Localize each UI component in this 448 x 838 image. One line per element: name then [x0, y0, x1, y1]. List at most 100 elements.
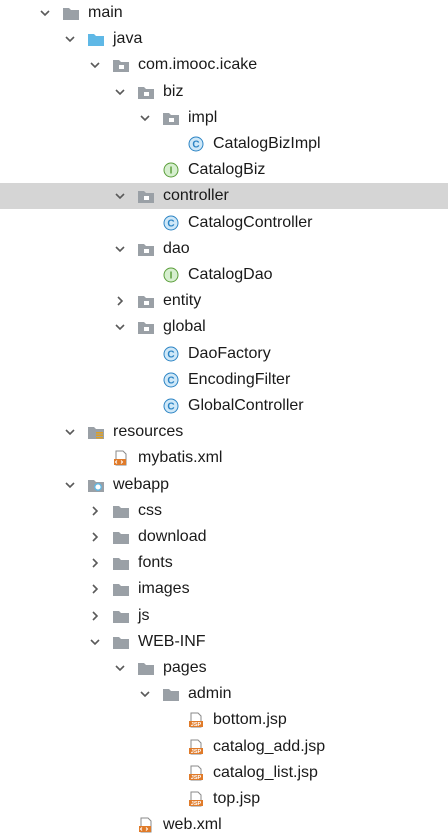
- tree-node-catalog-list-jsp[interactable]: JSP catalog_list.jsp: [0, 760, 448, 786]
- tree-node-web-inf[interactable]: WEB-INF: [0, 629, 448, 655]
- tree-node-js[interactable]: js: [0, 603, 448, 629]
- tree-node-download[interactable]: download: [0, 524, 448, 550]
- chevron-down-icon[interactable]: [113, 320, 127, 334]
- tree-node-css[interactable]: css: [0, 498, 448, 524]
- chevron-right-icon[interactable]: [88, 556, 102, 570]
- chevron-down-icon[interactable]: [138, 687, 152, 701]
- tree-node-dao[interactable]: dao: [0, 236, 448, 262]
- tree-node-webapp[interactable]: webapp: [0, 472, 448, 498]
- tree-node-label: pages: [163, 659, 207, 676]
- chevron-down-icon[interactable]: [88, 58, 102, 72]
- chevron-right-icon[interactable]: [113, 294, 127, 308]
- tree-node-controller[interactable]: controller: [0, 183, 448, 210]
- chevron-down-icon[interactable]: [113, 242, 127, 256]
- folder-gray-icon: [112, 528, 130, 546]
- tree-node-label: admin: [188, 685, 232, 703]
- svg-text:JSP: JSP: [191, 722, 202, 728]
- tree-node-label: dao: [163, 239, 190, 257]
- folder-gray-icon: [112, 580, 130, 598]
- tree-node-entity[interactable]: entity: [0, 288, 448, 314]
- chevron-down-icon[interactable]: [63, 425, 77, 439]
- jsp-file-icon: JSP: [187, 764, 205, 782]
- tree-node-label: com.imooc.icake: [138, 56, 258, 74]
- tree-node-catalog-add-jsp[interactable]: JSP catalog_add.jsp: [0, 734, 448, 760]
- tree-node-catalogcontroller[interactable]: C CatalogController: [0, 210, 448, 236]
- package-icon: [137, 187, 155, 205]
- tree-node-catalogbiz[interactable]: I CatalogBiz: [0, 157, 448, 183]
- chevron-right-icon[interactable]: [88, 504, 102, 518]
- package-icon: [137, 240, 155, 258]
- tree-node-label: css: [138, 501, 162, 519]
- folder-blue-icon: [87, 30, 105, 48]
- tree-node-bottom-jsp[interactable]: JSP bottom.jsp: [0, 707, 448, 733]
- webxml-file-icon: [137, 816, 155, 834]
- package-icon: [112, 56, 130, 74]
- tree-node-images[interactable]: images: [0, 576, 448, 602]
- tree-node-label: js: [138, 606, 150, 624]
- tree-node-label: biz: [163, 82, 184, 100]
- tree-node-label: controller: [163, 187, 229, 205]
- chevron-down-icon[interactable]: [88, 635, 102, 649]
- jsp-file-icon: JSP: [187, 738, 205, 756]
- folder-gray-icon: [112, 554, 130, 572]
- tree-node-label: EncodingFilter: [188, 370, 291, 388]
- resources-folder-icon: [87, 423, 105, 441]
- interface-icon: I: [162, 266, 180, 284]
- tree-node-catalogbizimpl[interactable]: C CatalogBizImpl: [0, 131, 448, 157]
- tree-node-encodingfilter[interactable]: C EncodingFilter: [0, 367, 448, 393]
- chevron-right-icon[interactable]: [88, 609, 102, 623]
- tree-node-impl[interactable]: impl: [0, 105, 448, 131]
- class-icon: C: [187, 135, 205, 153]
- class-icon: C: [162, 397, 180, 415]
- tree-node-globalcontroller[interactable]: C GlobalController: [0, 393, 448, 419]
- folder-gray-icon: [162, 685, 180, 703]
- tree-node-biz[interactable]: biz: [0, 79, 448, 105]
- tree-node-catalogdao[interactable]: I CatalogDao: [0, 262, 448, 288]
- tree-node-label: CatalogBizImpl: [213, 135, 321, 152]
- tree-node-label: DaoFactory: [188, 344, 271, 362]
- svg-text:C: C: [167, 218, 174, 229]
- chevron-down-icon[interactable]: [63, 32, 77, 46]
- tree-node-label: bottom.jsp: [213, 711, 287, 729]
- tree-node-label: java: [113, 30, 143, 48]
- package-icon: [137, 83, 155, 101]
- chevron-down-icon[interactable]: [38, 6, 52, 20]
- jsp-file-icon: JSP: [187, 790, 205, 808]
- folder-gray-icon: [62, 4, 80, 22]
- tree-node-label: CatalogDao: [188, 266, 273, 283]
- tree-node-pages[interactable]: pages: [0, 655, 448, 681]
- tree-node-java[interactable]: java: [0, 26, 448, 52]
- chevron-down-icon[interactable]: [113, 85, 127, 99]
- tree-node-web-xml[interactable]: web.xml: [0, 812, 448, 838]
- svg-text:JSP: JSP: [191, 775, 202, 781]
- tree-node-global[interactable]: global: [0, 314, 448, 340]
- tree-node-label: web.xml: [163, 816, 222, 834]
- tree-node-main[interactable]: main: [0, 0, 448, 26]
- chevron-down-icon[interactable]: [63, 478, 77, 492]
- tree-node-label: mybatis.xml: [138, 449, 223, 467]
- tree-node-label: impl: [188, 108, 218, 126]
- tree-node-daofactory[interactable]: C DaoFactory: [0, 341, 448, 367]
- package-icon: [137, 318, 155, 336]
- tree-node-mybatis-xml[interactable]: mybatis.xml: [0, 445, 448, 471]
- tree-node-label: catalog_list.jsp: [213, 763, 318, 781]
- tree-node-label: catalog_add.jsp: [213, 737, 326, 755]
- tree-node-fonts[interactable]: fonts: [0, 550, 448, 576]
- chevron-down-icon[interactable]: [113, 661, 127, 675]
- svg-text:JSP: JSP: [191, 749, 202, 755]
- chevron-right-icon[interactable]: [88, 530, 102, 544]
- tree-node-admin[interactable]: admin: [0, 681, 448, 707]
- tree-node-label: CatalogBiz: [188, 161, 266, 179]
- tree-node-label: CatalogController: [188, 213, 313, 231]
- svg-text:C: C: [192, 140, 199, 151]
- tree-node-resources[interactable]: resources: [0, 419, 448, 445]
- web-folder-icon: [87, 476, 105, 494]
- chevron-down-icon[interactable]: [138, 111, 152, 125]
- tree-node-top-jsp[interactable]: JSP top.jsp: [0, 786, 448, 812]
- tree-node-com-imooc-icake[interactable]: com.imooc.icake: [0, 52, 448, 78]
- chevron-down-icon[interactable]: [113, 189, 127, 203]
- folder-gray-icon: [112, 633, 130, 651]
- xml-file-icon: [112, 449, 130, 467]
- package-icon: [162, 109, 180, 127]
- chevron-right-icon[interactable]: [88, 582, 102, 596]
